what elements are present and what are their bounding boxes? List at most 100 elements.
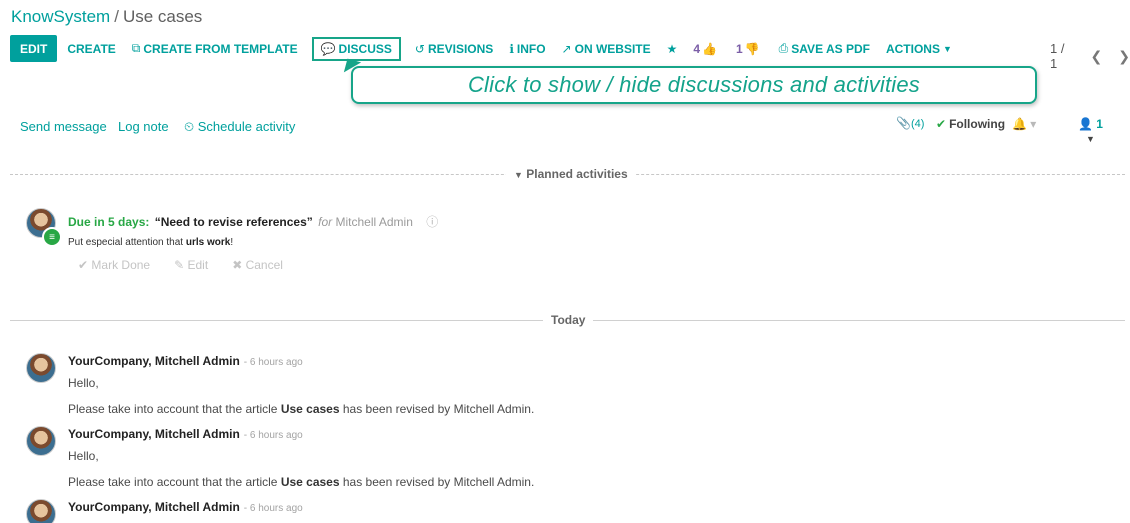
message-time: - 6 hours ago [243, 503, 303, 514]
message-author-name[interactable]: YourCompany, Mitchell Admin [68, 500, 240, 514]
chevron-right-icon[interactable]: ❯ [1118, 48, 1130, 65]
save-as-pdf-label: SAVE AS PDF [791, 41, 870, 56]
message-author: YourCompany, Mitchell Admin - 6 hours ago [68, 427, 303, 441]
info-label: INFO [516, 41, 546, 56]
log-note-button[interactable]: Log note [118, 119, 169, 134]
activity-summary: “Need to revise references” [154, 215, 313, 229]
save-as-pdf-button[interactable]: ⎙ SAVE AS PDF [771, 35, 878, 62]
paperclip-icon: 📎 [896, 116, 911, 130]
message-greeting: Hello, [68, 449, 99, 463]
activity-assignee: Mitchell Admin [335, 215, 413, 229]
followers-count: 1 [1096, 117, 1103, 131]
activity-note: Put especial attention that urls work! [68, 237, 233, 248]
chevron-left-icon[interactable]: ❮ [1091, 48, 1103, 65]
attachments-button[interactable]: 📎(4) [896, 116, 924, 130]
dislike-button[interactable]: 1 👎 [728, 35, 771, 62]
discuss-callout: Click to show / hide discussions and act… [351, 66, 1037, 104]
actions-label: ACTIONS [885, 41, 940, 56]
cancel-activity-label: Cancel [245, 258, 283, 272]
today-divider: Today [10, 313, 1125, 327]
message-body-prefix: Please take into account that the articl… [68, 475, 278, 489]
clock-icon: ⏲ [184, 119, 195, 134]
message-article-name: Use cases [280, 402, 340, 416]
message-body-prefix: Please take into account that the articl… [68, 402, 278, 416]
activity-note-bold: urls work [185, 237, 231, 248]
activity-due: Due in 5 days: [68, 215, 150, 229]
today-label: Today [543, 313, 594, 327]
thumbs-down-icon: 👎 [744, 41, 760, 56]
info-button[interactable]: ℹ INFO [501, 35, 553, 62]
user-icon: 👤 [1078, 117, 1093, 131]
caret-down-icon: ▼ [942, 43, 952, 54]
message-body: Please take into account that the articl… [68, 402, 534, 416]
check-icon: ✔ [936, 117, 947, 131]
message-body-suffix: has been revised by Mitchell Admin. [342, 475, 535, 489]
message-article-name: Use cases [280, 475, 340, 489]
dislikes-count: 1 [736, 41, 743, 56]
edit-activity-label: Edit [187, 258, 209, 272]
cancel-activity-button[interactable]: ✖ Cancel [232, 258, 283, 272]
info-icon: ℹ [509, 41, 514, 56]
comments-icon: 💬 [320, 41, 336, 56]
attachments-count: (4) [910, 118, 925, 130]
revisions-button[interactable]: ↺ REVISIONS [407, 35, 501, 62]
on-website-button[interactable]: ↗ ON WEBSITE [554, 35, 659, 62]
schedule-activity-button[interactable]: ⏲ Schedule activity [184, 119, 295, 135]
message-author-name[interactable]: YourCompany, Mitchell Admin [68, 427, 240, 441]
activity-item: Due in 5 days: “Need to revise reference… [68, 213, 438, 230]
avatar[interactable] [26, 353, 56, 383]
avatar[interactable] [26, 499, 56, 523]
likes-count: 4 [693, 41, 701, 56]
external-link-icon: ↗ [561, 41, 572, 56]
planned-activities-toggle[interactable]: ▼ Planned activities [506, 167, 636, 181]
message-body: Please take into account that the articl… [68, 475, 534, 489]
activity-actions: ✔ Mark Done ✎ Edit ✖ Cancel [78, 258, 283, 272]
message-greeting: Hello, [68, 376, 99, 390]
discuss-label: DISCUSS [338, 41, 392, 56]
activity-for: for [318, 215, 333, 229]
check-icon: ✔ [78, 258, 89, 272]
thumbs-up-icon: 👍 [702, 41, 718, 56]
breadcrumb-separator: / [114, 7, 119, 26]
bell-icon[interactable]: 🔔 ▾ [1012, 117, 1036, 131]
star-icon: ★ [666, 41, 678, 56]
favorite-button[interactable]: ★ [659, 35, 686, 62]
create-from-template-button[interactable]: ⧉ CREATE FROM TEMPLATE [124, 35, 306, 62]
activity-type-icon: ≡ [42, 227, 62, 247]
message-body-suffix: has been revised by Mitchell Admin. [342, 402, 535, 416]
on-website-label: ON WEBSITE [574, 41, 651, 56]
history-icon: ↺ [414, 41, 425, 56]
following-label: Following [949, 117, 1006, 131]
revisions-label: REVISIONS [427, 41, 494, 56]
pager: 1 / 1 ❮ ❯ [1050, 41, 1130, 71]
avatar[interactable] [26, 426, 56, 456]
edit-activity-button[interactable]: ✎ Edit [174, 258, 208, 272]
mark-done-button[interactable]: ✔ Mark Done [78, 258, 150, 272]
breadcrumb: KnowSystem / Use cases [11, 7, 202, 27]
breadcrumb-parent-link[interactable]: KnowSystem [11, 7, 110, 26]
mark-done-label: Mark Done [91, 258, 151, 272]
planned-activities-divider: ▼ Planned activities [10, 167, 1125, 181]
pager-value[interactable]: 1 / 1 [1050, 41, 1075, 71]
info-circle-icon[interactable]: ⓘ [426, 215, 438, 229]
edit-button[interactable]: EDIT [10, 35, 58, 62]
create-from-template-label: CREATE FROM TEMPLATE [143, 41, 298, 56]
create-button[interactable]: CREATE [59, 35, 123, 62]
message-author-name[interactable]: YourCompany, Mitchell Admin [68, 354, 240, 368]
following-button[interactable]: ✔ Following [936, 117, 1005, 131]
callout-text: Click to show / hide discussions and act… [467, 72, 921, 97]
clone-icon: ⧉ [131, 41, 141, 55]
message-time: - 6 hours ago [243, 357, 303, 368]
schedule-activity-label: Schedule activity [197, 119, 296, 134]
message-author: YourCompany, Mitchell Admin - 6 hours ago [68, 354, 303, 368]
print-icon: ⎙ [778, 41, 789, 55]
pencil-icon: ✎ [174, 258, 185, 272]
times-icon: ✖ [232, 258, 243, 272]
followers-button[interactable]: 👤 1 ▼ [1078, 117, 1120, 145]
message-time: - 6 hours ago [243, 430, 303, 441]
send-message-button[interactable]: Send message [20, 119, 107, 134]
like-button[interactable]: 4 👍 [685, 35, 728, 62]
actions-dropdown[interactable]: ACTIONS ▼ [878, 35, 960, 62]
control-panel-toolbar: EDIT CREATE ⧉ CREATE FROM TEMPLATE 💬 DIS… [10, 35, 960, 62]
activity-note-suffix: ! [230, 237, 234, 248]
